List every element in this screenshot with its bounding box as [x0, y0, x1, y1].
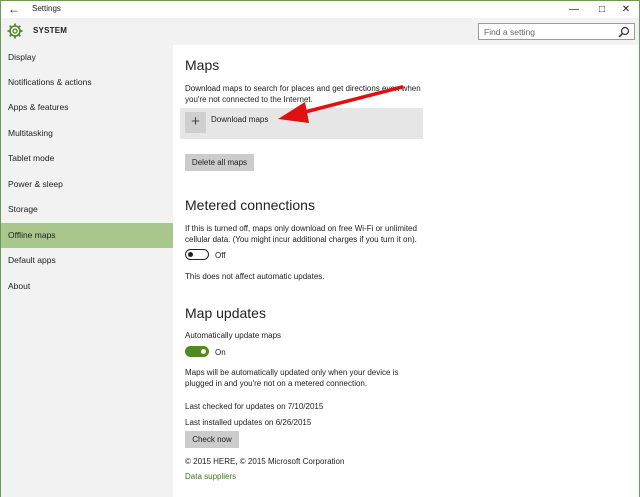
- maps-heading: Maps: [185, 57, 220, 73]
- check-now-button[interactable]: Check now: [185, 431, 239, 448]
- back-arrow-icon[interactable]: ←: [8, 2, 24, 16]
- download-maps-label: Download maps: [211, 115, 269, 124]
- data-suppliers-link[interactable]: Data suppliers: [185, 472, 236, 481]
- last-checked-text: Last checked for updates on 7/10/2015: [185, 402, 324, 411]
- maximize-icon[interactable]: □: [589, 1, 615, 18]
- metered-heading: Metered connections: [185, 197, 315, 213]
- close-icon[interactable]: ✕: [613, 1, 639, 18]
- title-bar: ← Settings — □ ✕: [1, 1, 639, 18]
- settings-window: ← Settings — □ ✕ SYSTEM Find a setting D…: [0, 0, 640, 497]
- metered-description-line2: cellular data. (You might incur addition…: [185, 235, 417, 244]
- auto-update-toggle-state: On: [215, 348, 226, 357]
- gear-icon: [7, 23, 23, 39]
- toggle-knob: [188, 251, 193, 257]
- search-placeholder: Find a setting: [484, 27, 536, 37]
- sidebar-item-offline-maps[interactable]: Offline maps: [1, 223, 173, 248]
- map-updates-heading: Map updates: [185, 305, 266, 321]
- sidebar-item-storage[interactable]: Storage: [1, 197, 173, 222]
- maps-description-line2: you're not connected to the Internet.: [185, 95, 313, 104]
- sidebar-item-about[interactable]: About: [1, 274, 173, 299]
- download-maps-button[interactable]: + Download maps: [180, 108, 423, 139]
- minimize-icon[interactable]: —: [561, 1, 587, 18]
- sidebar-item-multitasking[interactable]: Multitasking: [1, 121, 173, 146]
- updates-description-line2: plugged in and you're not on a metered c…: [185, 379, 368, 388]
- search-input[interactable]: Find a setting: [478, 23, 635, 40]
- plus-icon: +: [185, 112, 206, 133]
- main-content: Maps Download maps to search for places …: [173, 45, 639, 497]
- last-installed-text: Last installed updates on 6/26/2015: [185, 418, 312, 427]
- metered-toggle[interactable]: [185, 249, 209, 260]
- sidebar-item-power-sleep[interactable]: Power & sleep: [1, 172, 173, 197]
- copyright-text: © 2015 HERE, © 2015 Microsoft Corporatio…: [185, 457, 345, 466]
- settings-header: SYSTEM Find a setting: [1, 18, 639, 45]
- auto-update-label: Automatically update maps: [185, 331, 282, 340]
- sidebar-item-apps-features[interactable]: Apps & features: [1, 95, 173, 120]
- sidebar-item-notifications[interactable]: Notifications & actions: [1, 70, 173, 95]
- metered-note: This does not affect automatic updates.: [185, 272, 325, 281]
- window-title: Settings: [32, 4, 61, 13]
- section-title: SYSTEM: [33, 26, 68, 35]
- metered-toggle-state: Off: [215, 251, 226, 260]
- sidebar-item-default-apps[interactable]: Default apps: [1, 248, 173, 273]
- sidebar-item-tablet-mode[interactable]: Tablet mode: [1, 146, 173, 171]
- sidebar: Display Notifications & actions Apps & f…: [1, 45, 173, 497]
- delete-all-maps-button[interactable]: Delete all maps: [185, 154, 254, 171]
- search-icon[interactable]: [618, 26, 630, 38]
- sidebar-item-display[interactable]: Display: [1, 45, 173, 70]
- toggle-knob: [201, 349, 206, 354]
- auto-update-toggle[interactable]: [185, 346, 209, 357]
